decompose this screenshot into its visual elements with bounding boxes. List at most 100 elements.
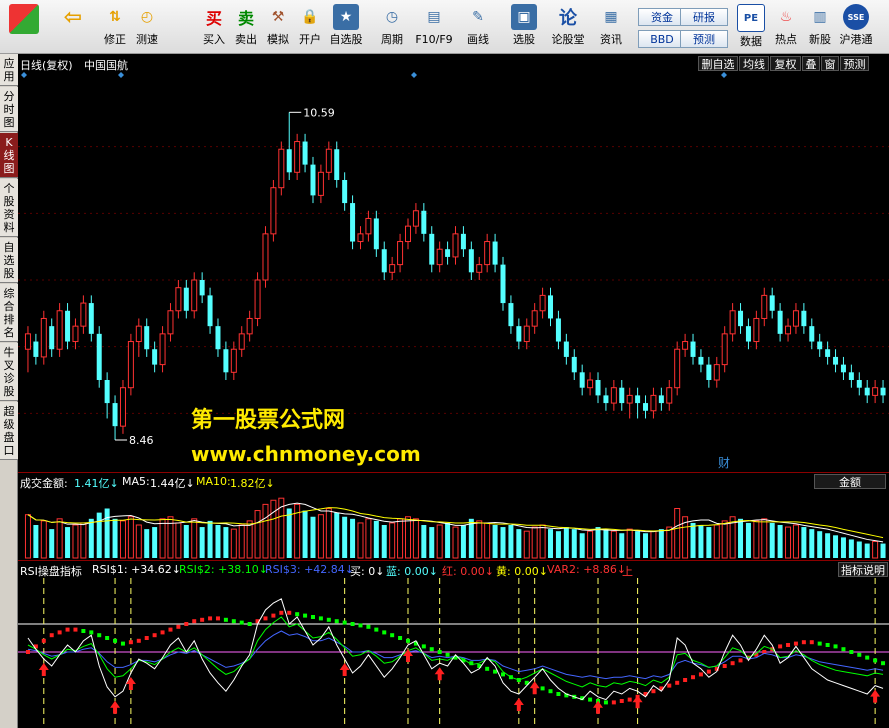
toolbar-button-hammer[interactable]: ⚒ 模拟 <box>262 4 294 50</box>
candle[interactable] <box>88 295 94 342</box>
volume-bar[interactable] <box>579 533 585 558</box>
volume-bar[interactable] <box>500 527 506 558</box>
volume-bar[interactable] <box>761 518 768 559</box>
volume-bar[interactable] <box>792 524 799 559</box>
candle[interactable] <box>310 156 316 204</box>
sidebar-tab-1[interactable]: 分时图 <box>0 87 18 132</box>
volume-bar[interactable] <box>33 525 39 558</box>
candle[interactable] <box>801 303 807 334</box>
volume-bar[interactable] <box>246 520 253 559</box>
chart-control-4[interactable]: 窗 <box>821 56 839 71</box>
candle[interactable] <box>555 310 561 350</box>
candle[interactable] <box>880 380 886 404</box>
candle[interactable] <box>856 372 862 396</box>
volume-bar[interactable] <box>159 518 166 559</box>
toolbar-button-clock[interactable]: ◷ 周期 <box>376 4 408 50</box>
candle[interactable] <box>706 356 712 388</box>
candle[interactable] <box>777 303 783 342</box>
candle[interactable] <box>833 349 839 373</box>
volume-bar[interactable] <box>801 527 807 558</box>
candle[interactable] <box>33 333 39 365</box>
toolbar-button-arrows[interactable]: ⇅ 修正 <box>99 4 131 50</box>
volume-bar[interactable] <box>317 514 324 559</box>
event-marker[interactable] <box>118 72 124 78</box>
volume-bar[interactable] <box>809 529 815 558</box>
volume-bar[interactable] <box>127 516 134 559</box>
volume-bar[interactable] <box>635 531 641 558</box>
sidebar-tab-3[interactable]: 个股资料 <box>0 179 18 237</box>
candle[interactable] <box>412 203 419 234</box>
candle[interactable] <box>112 395 118 440</box>
volume-bar[interactable] <box>119 520 126 559</box>
candle[interactable] <box>698 349 704 373</box>
chart-control-1[interactable]: 均线 <box>739 56 769 71</box>
candle[interactable] <box>183 280 189 319</box>
candle[interactable] <box>135 318 142 357</box>
chart-control-0[interactable]: 删自选 <box>698 56 738 71</box>
candle[interactable] <box>500 256 506 311</box>
candle[interactable] <box>119 380 126 434</box>
candle[interactable] <box>674 341 681 396</box>
candle[interactable] <box>144 318 150 357</box>
volume-bar[interactable] <box>626 528 633 559</box>
volume-bar[interactable] <box>872 541 879 559</box>
candle[interactable] <box>286 112 292 180</box>
candle[interactable] <box>404 218 411 250</box>
candle[interactable] <box>325 141 332 180</box>
candle[interactable] <box>254 272 261 327</box>
volume-bar[interactable] <box>523 530 530 559</box>
candle[interactable] <box>317 164 324 204</box>
candle[interactable] <box>713 356 720 388</box>
toolbar-small-button[interactable]: 研报 <box>680 8 728 26</box>
price-chart[interactable]: 10.59 8.46 财 <box>18 72 889 492</box>
volume-bar[interactable] <box>207 520 213 558</box>
candle[interactable] <box>508 295 514 334</box>
volume-bar[interactable] <box>563 527 569 558</box>
volume-bar[interactable] <box>658 529 664 558</box>
toolbar-button-newstock[interactable]: ▥ 新股 <box>804 4 836 50</box>
candle[interactable] <box>619 380 625 411</box>
volume-bar[interactable] <box>531 526 538 559</box>
volume-bar[interactable] <box>389 522 396 559</box>
volume-bar[interactable] <box>650 530 657 559</box>
volume-bar[interactable] <box>769 522 775 558</box>
rsi-chart[interactable] <box>18 578 889 728</box>
volume-bar[interactable] <box>864 543 870 558</box>
toolbar-button-sell[interactable]: 卖卖出 <box>230 4 262 50</box>
candle[interactable] <box>127 333 134 396</box>
volume-bar[interactable] <box>365 518 372 559</box>
toolbar-small-button[interactable]: 预测 <box>680 30 728 48</box>
volume-bar[interactable] <box>357 522 364 559</box>
candle[interactable] <box>523 318 530 350</box>
volume-bar[interactable] <box>516 529 522 558</box>
event-marker[interactable] <box>721 72 727 78</box>
finance-marker[interactable]: 财 <box>718 456 730 470</box>
sidebar-tab-5[interactable]: 综合排名 <box>0 284 18 342</box>
candle[interactable] <box>24 326 31 373</box>
candle[interactable] <box>223 341 229 380</box>
sidebar-tab-2[interactable]: K线图 <box>0 133 18 178</box>
volume-bar[interactable] <box>334 512 340 558</box>
volume-bar[interactable] <box>674 508 681 559</box>
candle[interactable] <box>635 387 641 419</box>
candle[interactable] <box>429 226 435 273</box>
toolbar-button-star[interactable]: ★ 自选股 <box>330 4 363 50</box>
candle[interactable] <box>152 341 158 373</box>
candle[interactable] <box>753 310 760 350</box>
volume-bar[interactable] <box>595 527 601 558</box>
volume-bar[interactable] <box>713 524 720 559</box>
volume-bar[interactable] <box>183 525 189 558</box>
candle[interactable] <box>563 333 569 365</box>
volume-bar[interactable] <box>404 516 411 559</box>
candle[interactable] <box>278 141 285 196</box>
sidebar-tab-4[interactable]: 自选股 <box>0 238 18 283</box>
candle[interactable] <box>476 256 483 280</box>
toolbar-small-button[interactable]: 资金 <box>638 8 686 26</box>
candle[interactable] <box>745 318 751 350</box>
volume-bar[interactable] <box>286 508 292 559</box>
candle[interactable] <box>381 241 387 280</box>
candle[interactable] <box>603 387 609 411</box>
candle[interactable] <box>294 133 301 180</box>
candle[interactable] <box>230 341 237 380</box>
event-marker[interactable] <box>411 72 417 78</box>
